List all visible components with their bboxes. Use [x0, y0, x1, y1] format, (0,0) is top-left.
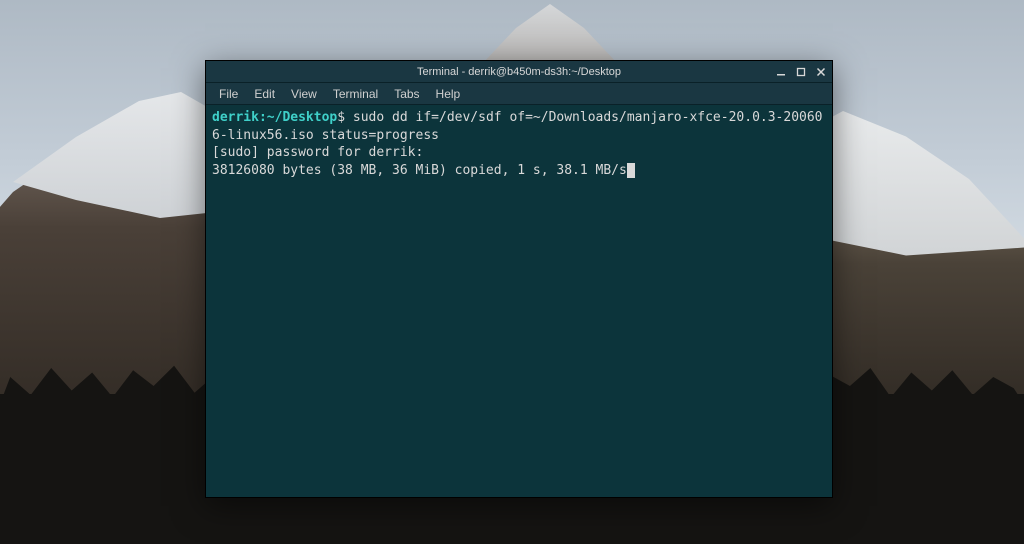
menu-tabs[interactable]: Tabs [387, 85, 426, 103]
progress-text: 38126080 bytes (38 MB, 36 MiB) copied, 1… [212, 163, 627, 178]
menu-file[interactable]: File [212, 85, 245, 103]
close-button[interactable] [814, 65, 828, 79]
prompt-path: ~/Desktop [267, 110, 337, 125]
maximize-button[interactable] [794, 65, 808, 79]
terminal-line-sudo: [sudo] password for derrik: [212, 144, 826, 162]
maximize-icon [796, 67, 806, 77]
terminal-line-progress: 38126080 bytes (38 MB, 36 MiB) copied, 1… [212, 162, 826, 180]
close-icon [816, 67, 826, 77]
terminal-body[interactable]: derrik:~/Desktop$ sudo dd if=/dev/sdf of… [206, 105, 832, 497]
terminal-window: Terminal - derrik@b450m-ds3h:~/Desktop F… [205, 60, 833, 498]
menu-help[interactable]: Help [429, 85, 468, 103]
minimize-icon [776, 67, 786, 77]
window-title: Terminal - derrik@b450m-ds3h:~/Desktop [417, 66, 621, 78]
titlebar[interactable]: Terminal - derrik@b450m-ds3h:~/Desktop [206, 61, 832, 83]
prompt-symbol: $ [337, 110, 345, 125]
menu-edit[interactable]: Edit [247, 85, 282, 103]
menu-terminal[interactable]: Terminal [326, 85, 385, 103]
titlebar-controls [774, 61, 828, 82]
prompt-sep: : [259, 110, 267, 125]
menu-view[interactable]: View [284, 85, 324, 103]
terminal-line-prompt: derrik:~/Desktop$ sudo dd if=/dev/sdf of… [212, 109, 826, 144]
minimize-button[interactable] [774, 65, 788, 79]
menubar: File Edit View Terminal Tabs Help [206, 83, 832, 105]
prompt-user: derrik [212, 110, 259, 125]
cursor [627, 163, 635, 178]
